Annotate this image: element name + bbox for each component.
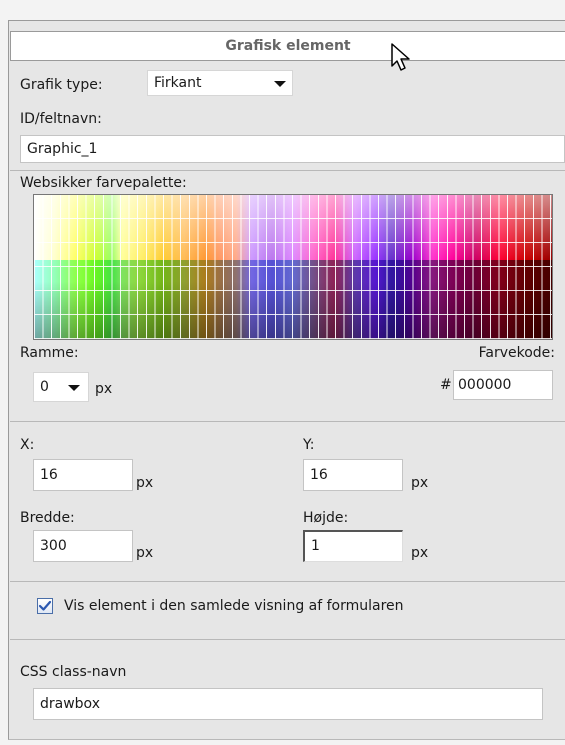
width-unit: px xyxy=(136,545,154,561)
divider xyxy=(10,639,565,640)
x-input[interactable]: 16 xyxy=(33,459,133,491)
css-class-input[interactable]: drawbox xyxy=(33,688,543,720)
id-field-input[interactable]: Graphic_1 xyxy=(20,135,565,163)
chevron-down-icon xyxy=(274,81,286,87)
height-unit: px xyxy=(411,545,429,561)
width-input[interactable]: 300 xyxy=(33,530,133,562)
grafik-type-select[interactable]: Firkant xyxy=(147,70,293,96)
farvekode-label: Farvekode: xyxy=(478,345,555,361)
palette-grid xyxy=(34,195,552,339)
x-label: X: xyxy=(20,437,35,453)
x-unit: px xyxy=(136,475,154,491)
y-input[interactable]: 16 xyxy=(303,459,403,491)
farvekode-input[interactable]: 000000 xyxy=(453,370,553,400)
checkmark-icon xyxy=(38,600,52,611)
ramme-value: 0 xyxy=(40,379,49,395)
css-class-label: CSS class-navn xyxy=(20,664,127,680)
visibility-checkbox[interactable] xyxy=(37,598,53,614)
ramme-label: Ramme: xyxy=(20,345,79,361)
id-field-label: ID/feltnavn: xyxy=(20,111,102,127)
divider xyxy=(10,421,565,422)
height-input[interactable]: 1 xyxy=(303,530,403,562)
palette-label: Websikker farvepalette: xyxy=(20,175,187,191)
divider xyxy=(10,581,565,582)
y-label: Y: xyxy=(303,437,315,453)
y-unit: px xyxy=(411,475,429,491)
ramme-unit: px xyxy=(95,381,113,397)
ramme-select[interactable]: 0 xyxy=(33,372,89,402)
height-label: Højde: xyxy=(303,510,349,526)
farvekode-hash: # xyxy=(440,377,452,393)
width-label: Bredde: xyxy=(20,510,75,526)
grafik-type-label: Grafik type: xyxy=(20,77,103,93)
grafik-type-value: Firkant xyxy=(154,75,202,91)
panel-title: Grafisk element xyxy=(10,31,565,61)
mouse-pointer-icon xyxy=(391,43,410,71)
divider xyxy=(10,170,565,171)
visibility-label: Vis element i den samlede visning af for… xyxy=(64,598,404,614)
chevron-down-icon xyxy=(68,385,80,391)
color-palette[interactable] xyxy=(33,194,553,340)
